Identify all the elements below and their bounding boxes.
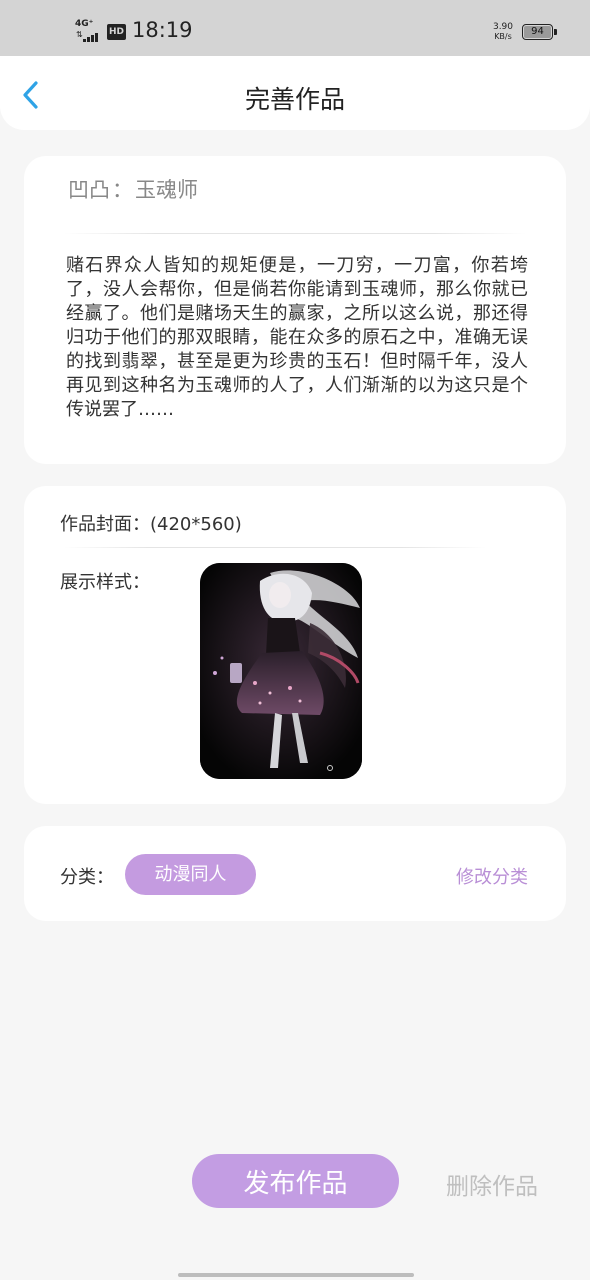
battery-level: 94: [531, 26, 544, 37]
cover-image[interactable]: [200, 563, 362, 779]
divider: [64, 547, 486, 548]
data-arrows-icon: ⇅: [76, 30, 83, 39]
category-card: 分类： 动漫同人 修改分类: [24, 826, 566, 921]
hd-badge: HD: [107, 24, 126, 40]
cover-label: 作品封面：(420*560): [60, 514, 242, 535]
top-nav-bar: 完善作品: [0, 56, 590, 130]
battery-icon: 94: [522, 24, 557, 40]
cover-artwork: [200, 563, 362, 779]
work-title-separator: ：: [112, 178, 133, 202]
display-style-label: 展示样式：: [60, 572, 150, 593]
category-label: 分类：: [60, 867, 114, 888]
work-info-card: 凹凸：玉魂师 赌石界众人皆知的规矩便是，一刀穷，一刀富，你若垮了，没人会帮你，但…: [24, 156, 566, 464]
work-description[interactable]: 赌石界众人皆知的规矩便是，一刀穷，一刀富，你若垮了，没人会帮你，但是倘若你能请到…: [66, 254, 528, 422]
status-bar: 4G⁺ ⇅ HD 18:19 3.90 KB/s 94: [0, 0, 590, 56]
network-type: 4G⁺: [75, 19, 94, 29]
status-time: 18:19: [132, 18, 193, 42]
network-speed: 3.90 KB/s: [488, 22, 518, 42]
delete-button[interactable]: 删除作品: [446, 1167, 538, 1201]
work-title-prefix: 凹凸: [68, 178, 110, 202]
signal-bars-icon: [83, 33, 98, 42]
category-chip[interactable]: 动漫同人: [125, 854, 256, 895]
edit-category-link[interactable]: 修改分类: [456, 863, 528, 889]
speed-value: 3.90: [492, 22, 514, 32]
signal-icon: 4G⁺ ⇅: [75, 19, 99, 43]
work-title-field[interactable]: 凹凸：玉魂师: [68, 174, 198, 204]
speed-unit: KB/s: [494, 32, 512, 41]
home-indicator[interactable]: [178, 1273, 414, 1277]
divider: [64, 233, 526, 234]
publish-button[interactable]: 发布作品: [192, 1154, 399, 1208]
work-title-text: 玉魂师: [135, 178, 198, 202]
cover-card: 作品封面：(420*560) 展示样式：: [24, 486, 566, 804]
page-title: 完善作品: [244, 85, 345, 114]
